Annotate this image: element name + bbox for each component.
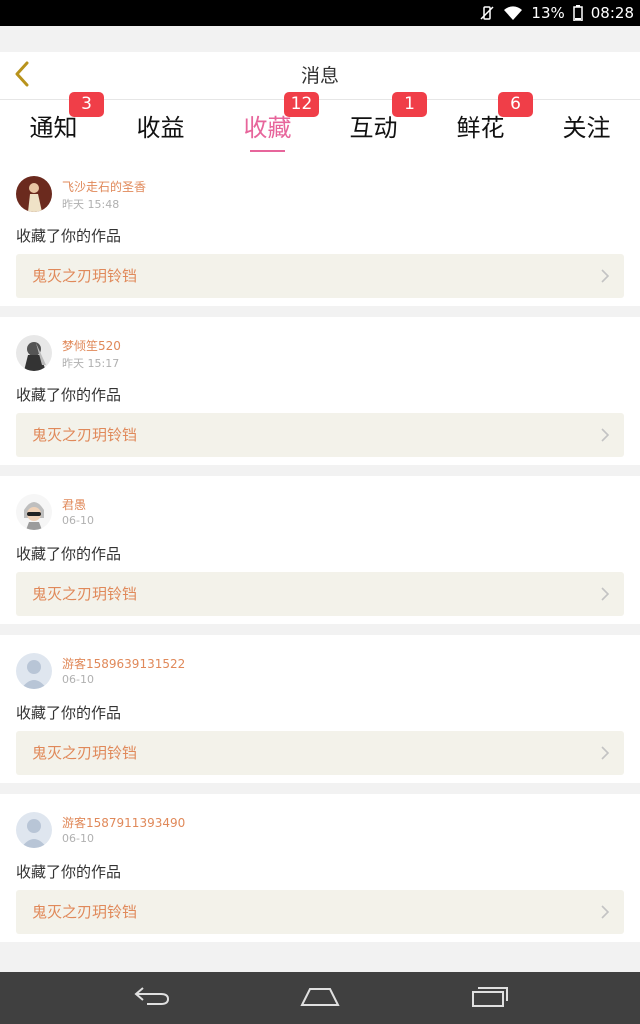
avatar[interactable] <box>16 653 52 689</box>
work-link[interactable]: 鬼灭之刃玥铃铛 <box>16 890 624 934</box>
tab-bar: 通知 3 收益 收藏 12 互动 1 鲜花 6 关注 <box>0 92 640 158</box>
battery-percent: 13% <box>531 4 565 22</box>
count-badge: 12 <box>284 92 319 117</box>
tab-flowers[interactable]: 鲜花 6 <box>427 92 534 158</box>
back-nav-icon <box>133 985 171 1011</box>
work-title: 鬼灭之刃玥铃铛 <box>32 903 138 921</box>
list-item: 飞沙走石的圣香 昨天 15:48 收藏了你的作品 鬼灭之刃玥铃铛 <box>0 158 640 306</box>
back-button[interactable] <box>8 61 36 91</box>
avatar[interactable] <box>16 812 52 848</box>
favorites-list: 飞沙走石的圣香 昨天 15:48 收藏了你的作品 鬼灭之刃玥铃铛 梦倾笙520 … <box>0 158 640 953</box>
action-text: 收藏了你的作品 <box>16 545 122 563</box>
username[interactable]: 飞沙走石的圣香 <box>62 178 146 195</box>
work-link[interactable]: 鬼灭之刃玥铃铛 <box>16 413 624 457</box>
timestamp: 昨天 15:17 <box>62 357 120 370</box>
count-badge: 1 <box>392 92 427 117</box>
home-nav-icon <box>300 985 340 1011</box>
work-title: 鬼灭之刃玥铃铛 <box>32 426 138 444</box>
status-bar-right: 13% 08:28 <box>479 0 634 26</box>
count-badge: 6 <box>498 92 533 117</box>
action-text: 收藏了你的作品 <box>16 704 122 722</box>
username[interactable]: 游客1589639131522 <box>62 655 185 672</box>
status-time: 08:28 <box>590 4 634 22</box>
action-text: 收藏了你的作品 <box>16 863 122 881</box>
chevron-left-icon <box>14 61 30 91</box>
timestamp: 06-10 <box>62 514 94 527</box>
timestamp: 06-10 <box>62 673 94 686</box>
chevron-right-icon <box>600 903 610 925</box>
wifi-icon <box>503 5 523 21</box>
recents-nav-icon <box>471 984 509 1012</box>
avatar[interactable] <box>16 494 52 530</box>
username[interactable]: 梦倾笙520 <box>62 337 121 354</box>
recents-nav-button[interactable] <box>450 972 530 1024</box>
work-title: 鬼灭之刃玥铃铛 <box>32 267 138 285</box>
avatar[interactable] <box>16 335 52 371</box>
action-text: 收藏了你的作品 <box>16 227 122 245</box>
username[interactable]: 游客1587911393490 <box>62 814 185 831</box>
tab-label: 收益 <box>136 114 185 142</box>
tab-favorites[interactable]: 收藏 12 <box>214 92 321 158</box>
chevron-right-icon <box>600 744 610 766</box>
work-link[interactable]: 鬼灭之刃玥铃铛 <box>16 254 624 298</box>
tab-label: 关注 <box>562 114 611 142</box>
list-item: 游客1587911393490 06-10 收藏了你的作品 鬼灭之刃玥铃铛 <box>0 794 640 942</box>
back-nav-button[interactable] <box>112 972 192 1024</box>
battery-icon <box>573 5 583 21</box>
avatar[interactable] <box>16 176 52 212</box>
active-tab-indicator <box>250 150 285 152</box>
count-badge: 3 <box>69 92 104 117</box>
vibrate-off-icon <box>479 5 495 21</box>
chevron-right-icon <box>600 585 610 607</box>
username[interactable]: 君愚 <box>62 496 86 513</box>
action-text: 收藏了你的作品 <box>16 386 122 404</box>
tab-notifications[interactable]: 通知 3 <box>0 92 107 158</box>
timestamp: 昨天 15:48 <box>62 198 120 211</box>
work-link[interactable]: 鬼灭之刃玥铃铛 <box>16 572 624 616</box>
list-item: 游客1589639131522 06-10 收藏了你的作品 鬼灭之刃玥铃铛 <box>0 635 640 783</box>
list-item: 君愚 06-10 收藏了你的作品 鬼灭之刃玥铃铛 <box>0 476 640 624</box>
chevron-right-icon <box>600 426 610 448</box>
list-item: 梦倾笙520 昨天 15:17 收藏了你的作品 鬼灭之刃玥铃铛 <box>0 317 640 465</box>
timestamp: 06-10 <box>62 832 94 845</box>
work-link[interactable]: 鬼灭之刃玥铃铛 <box>16 731 624 775</box>
tab-interactions[interactable]: 互动 1 <box>320 92 427 158</box>
tab-following[interactable]: 关注 <box>533 100 640 158</box>
work-title: 鬼灭之刃玥铃铛 <box>32 585 138 603</box>
chevron-right-icon <box>600 267 610 289</box>
system-nav-bar <box>0 972 640 1024</box>
work-title: 鬼灭之刃玥铃铛 <box>32 744 138 762</box>
tab-earnings[interactable]: 收益 <box>107 100 214 158</box>
status-bar: 13% 08:28 <box>0 0 640 26</box>
home-nav-button[interactable] <box>280 972 360 1024</box>
